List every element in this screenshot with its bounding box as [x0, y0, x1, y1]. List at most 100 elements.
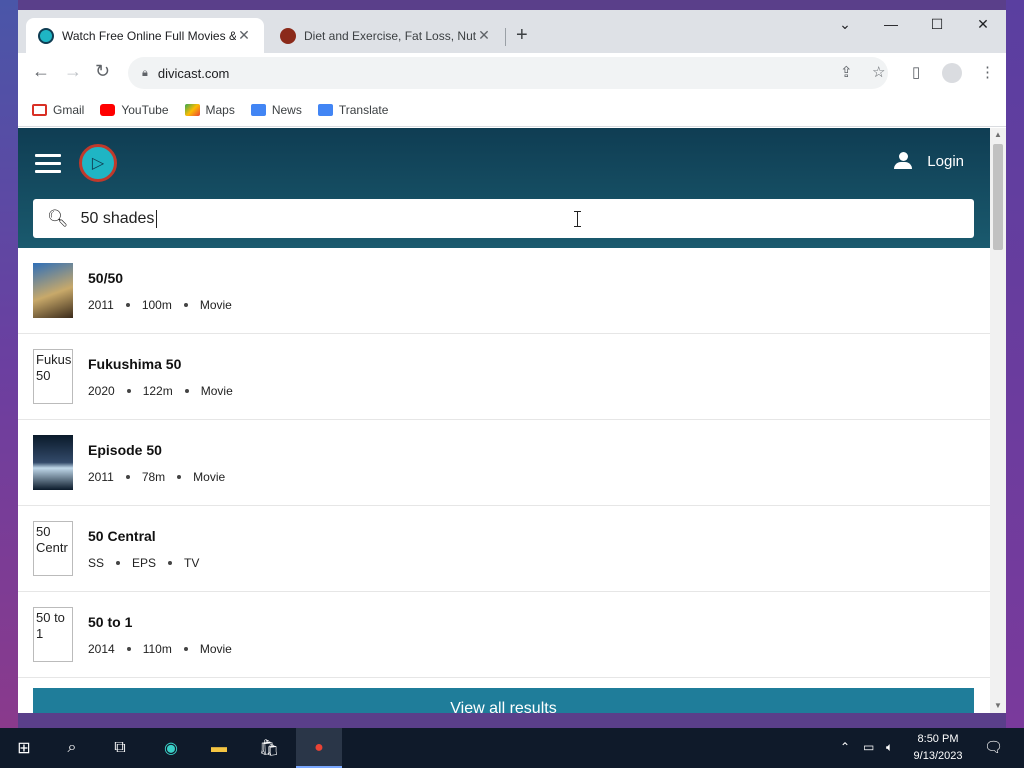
- store-icon[interactable]: 🛍︎: [257, 736, 281, 760]
- result-year: 2011: [88, 297, 114, 312]
- bookmarks-bar: Gmail YouTube Maps News Translate: [18, 93, 1006, 127]
- clock-time: 8:50 PM: [917, 733, 959, 745]
- lock-icon: 🔒︎: [142, 66, 148, 79]
- bookmark-label: Maps: [205, 102, 235, 117]
- result-meta: SS EPS TV: [88, 556, 199, 570]
- bookmark-label: Translate: [338, 102, 389, 117]
- windows-start-icon[interactable]: ⊞: [12, 736, 36, 760]
- forward-arrow-icon[interactable]: →: [64, 61, 82, 82]
- file-explorer-icon[interactable]: ▬: [207, 736, 231, 760]
- desktop-background: [0, 0, 18, 728]
- desktop-background-right: [1006, 0, 1024, 728]
- new-tab-button[interactable]: +: [516, 24, 528, 47]
- login-button[interactable]: Login: [894, 152, 964, 170]
- menu-kebab-icon[interactable]: ⋮: [980, 63, 995, 81]
- search-taskbar-icon[interactable]: ⌕: [60, 736, 84, 760]
- view-all-results-button[interactable]: View all results: [33, 688, 974, 713]
- share-icon[interactable]: ⇪: [840, 63, 853, 81]
- bookmark-star-icon[interactable]: ☆: [872, 63, 885, 81]
- result-type: Movie: [199, 641, 232, 656]
- page-scrollbar[interactable]: ▲ ▼: [990, 128, 1006, 713]
- bookmark-news[interactable]: News: [250, 102, 302, 117]
- task-view-icon[interactable]: ⧉: [108, 736, 132, 760]
- close-tab-icon[interactable]: ✕: [236, 27, 252, 44]
- profile-avatar-icon[interactable]: [942, 63, 962, 83]
- result-item[interactable]: 50 to 1 50 to 1 2014 110m Movie: [18, 592, 990, 678]
- maximize-button[interactable]: ☐: [914, 16, 960, 33]
- bookmark-youtube[interactable]: YouTube: [100, 102, 169, 117]
- poster-image: [33, 435, 73, 490]
- broken-poster-image: 50 Centr: [33, 521, 73, 576]
- poster-image: [33, 263, 73, 318]
- edge-icon[interactable]: ◉: [159, 736, 183, 760]
- user-icon: [894, 152, 913, 170]
- result-duration: 122m: [142, 383, 173, 398]
- tab-strip: Watch Free Online Full Movies & ✕ Diet a…: [18, 10, 1006, 53]
- bookmark-maps[interactable]: Maps: [184, 102, 235, 117]
- result-item[interactable]: Fukus 50 Fukushima 50 2020 122m Movie: [18, 334, 990, 420]
- bookmark-label: News: [271, 102, 302, 117]
- clock-date: 9/13/2023: [913, 750, 963, 762]
- bookmark-gmail[interactable]: Gmail: [32, 103, 84, 117]
- search-icon: 🔍︎: [47, 208, 69, 228]
- tab-separator: [505, 28, 506, 46]
- bookmark-translate[interactable]: Translate: [317, 102, 389, 117]
- minimize-button[interactable]: —: [868, 16, 914, 32]
- search-value: 50 shades: [80, 209, 155, 227]
- bookmark-label: Gmail: [53, 102, 85, 117]
- result-duration: 78m: [141, 469, 166, 484]
- chrome-icon[interactable]: ●: [307, 736, 331, 760]
- result-type: TV: [184, 555, 200, 570]
- result-meta: 2011 78m Movie: [88, 470, 225, 484]
- tab-diet-exercise[interactable]: Diet and Exercise, Fat Loss, Nutri ✕: [268, 18, 504, 53]
- result-year: 2020: [88, 383, 115, 398]
- text-cursor-icon: [574, 211, 582, 227]
- system-clock[interactable]: 8:50 PM 9/13/2023: [905, 731, 971, 765]
- scroll-up-icon[interactable]: ▲: [994, 130, 1002, 139]
- volume-muted-icon[interactable]: 🔈︎: [886, 740, 893, 755]
- network-icon[interactable]: ▭: [863, 740, 874, 754]
- scrollbar-thumb[interactable]: [993, 144, 1003, 250]
- site-header: ▷ Login 🔍︎ 50 shades: [18, 128, 990, 248]
- close-tab-icon[interactable]: ✕: [476, 27, 492, 44]
- result-meta: 2020 122m Movie: [88, 384, 233, 398]
- result-title: Fukushima 50: [88, 355, 182, 372]
- divicast-page: ▷ Login 🔍︎ 50 shades 50/50 2011 100m Mov…: [18, 128, 990, 713]
- result-duration: 110m: [142, 641, 172, 656]
- tab-search-icon[interactable]: ⌄: [822, 16, 868, 33]
- search-input[interactable]: 🔍︎ 50 shades: [33, 199, 974, 238]
- login-label: Login: [927, 152, 964, 170]
- address-text: divicast.com: [157, 65, 230, 81]
- result-title: 50 Central: [88, 527, 156, 544]
- result-year: 2014: [88, 641, 115, 656]
- result-year: 2011: [88, 469, 114, 484]
- back-arrow-icon[interactable]: ←: [32, 61, 50, 82]
- hamburger-menu-icon[interactable]: [35, 154, 61, 178]
- gmail-icon: [32, 103, 47, 116]
- broken-poster-image: Fukus 50: [33, 349, 73, 404]
- browser-window: Watch Free Online Full Movies & ✕ Diet a…: [18, 10, 1006, 713]
- reload-icon[interactable]: ↻: [95, 61, 110, 82]
- result-meta: 2014 110m Movie: [88, 642, 232, 656]
- result-item[interactable]: 50 Centr 50 Central SS EPS TV: [18, 506, 990, 592]
- translate-icon: [317, 103, 333, 116]
- tab-divicast[interactable]: Watch Free Online Full Movies & ✕: [26, 18, 264, 53]
- scroll-down-icon[interactable]: ▼: [994, 701, 1002, 710]
- result-season: SS: [88, 555, 105, 570]
- result-meta: 2011 100m Movie: [88, 298, 232, 312]
- result-item[interactable]: 50/50 2011 100m Movie: [18, 248, 990, 334]
- bookmark-label: YouTube: [121, 102, 169, 117]
- show-hidden-icons-icon[interactable]: ⌃: [840, 740, 850, 754]
- tab-title: Diet and Exercise, Fat Loss, Nutri: [304, 28, 476, 43]
- notifications-icon[interactable]: 🗨︎: [984, 738, 1003, 756]
- close-window-button[interactable]: ✕: [960, 16, 1006, 33]
- youtube-icon: [100, 103, 116, 116]
- side-panel-icon[interactable]: ▯: [912, 63, 920, 81]
- broken-poster-image: 50 to 1: [33, 607, 73, 662]
- result-item[interactable]: Episode 50 2011 78m Movie: [18, 420, 990, 506]
- address-bar[interactable]: 🔒︎ divicast.com: [128, 57, 888, 89]
- taskbar: ⊞ ⌕ ⧉ ◉ ▬ 🛍︎ ● ⌃ ▭ 🔈︎ 8:50 PM 9/13/2023 …: [0, 728, 1024, 768]
- result-episodes: EPS: [132, 555, 157, 570]
- divicast-logo-icon[interactable]: ▷: [79, 144, 117, 182]
- text-caret: [156, 209, 158, 228]
